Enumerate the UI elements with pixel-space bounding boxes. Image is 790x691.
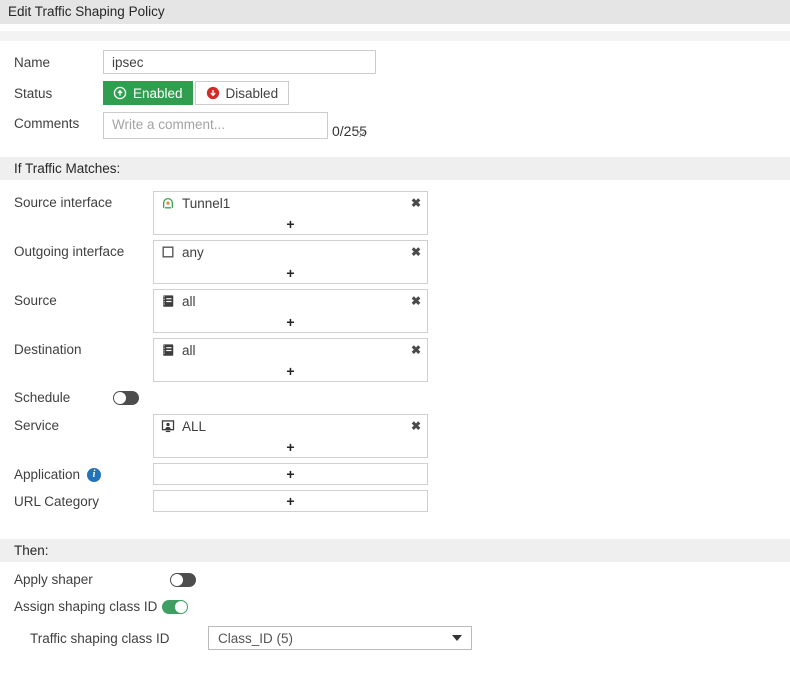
remove-entry-button[interactable]: ✖ xyxy=(411,295,421,307)
url-category-row: URL Category + xyxy=(14,490,790,512)
destination-select-box: all ✖ + xyxy=(153,338,428,382)
status-row: Status Enabled Disabled xyxy=(14,81,790,105)
source-interface-row: Source interface Tunnel1 ✖ + xyxy=(14,191,790,235)
name-row: Name xyxy=(14,50,790,74)
add-outgoing-interface-button[interactable]: + xyxy=(154,263,427,283)
service-label: Service xyxy=(14,414,153,433)
comments-field-wrap: 0/255 xyxy=(103,112,367,139)
selected-class-id: Class_ID (5) xyxy=(218,631,293,646)
then-section: Apply shaper Assign shaping class ID Tra… xyxy=(0,562,790,650)
url-category-label: URL Category xyxy=(14,490,153,509)
traffic-shaping-class-id-row: Traffic shaping class ID Class_ID (5) xyxy=(30,626,790,650)
application-label-wrap: Application i xyxy=(14,463,153,482)
outgoing-interface-label: Outgoing interface xyxy=(14,240,153,259)
list-item[interactable]: ALL ✖ xyxy=(154,415,427,437)
comments-row: Comments 0/255 xyxy=(14,112,790,139)
outgoing-interface-row: Outgoing interface any ✖ + xyxy=(14,240,790,284)
disable-circle-arrow-icon xyxy=(206,86,220,100)
assign-shaping-class-toggle[interactable] xyxy=(162,600,188,614)
application-row: Application i + xyxy=(14,463,790,485)
entry-name: any xyxy=(182,245,204,260)
list-item[interactable]: Tunnel1 ✖ xyxy=(154,192,427,214)
schedule-row: Schedule xyxy=(14,390,790,405)
status-enabled-label: Enabled xyxy=(133,86,183,101)
address-icon xyxy=(161,343,175,357)
assign-shaping-class-row: Assign shaping class ID xyxy=(14,599,790,614)
list-item[interactable]: all ✖ xyxy=(154,290,427,312)
general-section: Name Status Enabled Disabled Comments 0/… xyxy=(0,41,790,139)
list-item[interactable]: any ✖ xyxy=(154,241,427,263)
traffic-shaping-class-id-select[interactable]: Class_ID (5) xyxy=(208,626,472,650)
page-title: Edit Traffic Shaping Policy xyxy=(0,0,790,24)
service-icon xyxy=(161,419,175,433)
service-select-box: ALL ✖ + xyxy=(153,414,428,458)
assign-shaping-class-label: Assign shaping class ID xyxy=(14,599,157,614)
toggle-knob xyxy=(114,392,126,404)
source-select-box: all ✖ + xyxy=(153,289,428,333)
apply-shaper-label: Apply shaper xyxy=(14,572,170,587)
tunnel-interface-icon xyxy=(161,196,175,210)
add-service-button[interactable]: + xyxy=(154,437,427,457)
source-interface-label: Source interface xyxy=(14,191,153,210)
enable-circle-arrow-icon xyxy=(113,86,127,100)
schedule-toggle[interactable] xyxy=(113,391,139,405)
content-top-strip xyxy=(0,31,790,41)
chevron-down-icon xyxy=(452,635,462,641)
status-toggle-group: Enabled Disabled xyxy=(103,81,289,105)
remove-entry-button[interactable]: ✖ xyxy=(411,197,421,209)
add-destination-button[interactable]: + xyxy=(154,361,427,381)
match-section: Source interface Tunnel1 ✖ + Outgoing in… xyxy=(0,180,790,512)
entry-name: all xyxy=(182,343,196,358)
service-row: Service ALL ✖ + xyxy=(14,414,790,458)
entry-name: Tunnel1 xyxy=(182,196,230,211)
traffic-shaping-class-id-label: Traffic shaping class ID xyxy=(30,631,208,646)
apply-shaper-toggle[interactable] xyxy=(170,573,196,587)
name-label: Name xyxy=(14,55,103,70)
toggle-knob xyxy=(171,574,183,586)
status-disabled-label: Disabled xyxy=(226,86,279,101)
match-section-header: If Traffic Matches: xyxy=(0,157,790,180)
application-select-box: + xyxy=(153,463,428,485)
list-item[interactable]: all ✖ xyxy=(154,339,427,361)
remove-entry-button[interactable]: ✖ xyxy=(411,246,421,258)
comments-label: Comments xyxy=(14,112,103,131)
remove-entry-button[interactable]: ✖ xyxy=(411,420,421,432)
address-icon xyxy=(161,294,175,308)
entry-name: all xyxy=(182,294,196,309)
application-label: Application xyxy=(14,467,80,482)
comments-char-counter: 0/255 xyxy=(332,123,367,139)
outgoing-interface-select-box: any ✖ + xyxy=(153,240,428,284)
status-enabled-button[interactable]: Enabled xyxy=(103,81,193,105)
add-application-button[interactable]: + xyxy=(154,464,427,484)
add-source-button[interactable]: + xyxy=(154,312,427,332)
destination-label: Destination xyxy=(14,338,153,357)
source-label: Source xyxy=(14,289,153,308)
add-url-category-button[interactable]: + xyxy=(154,491,427,511)
comments-textarea[interactable] xyxy=(103,112,328,139)
source-interface-select-box: Tunnel1 ✖ + xyxy=(153,191,428,235)
name-input[interactable] xyxy=(103,50,376,74)
schedule-label: Schedule xyxy=(14,390,113,405)
status-label: Status xyxy=(14,86,103,101)
apply-shaper-row: Apply shaper xyxy=(14,572,790,587)
status-disabled-button[interactable]: Disabled xyxy=(195,81,290,105)
info-icon[interactable]: i xyxy=(87,468,101,482)
entry-name: ALL xyxy=(182,419,206,434)
then-section-header: Then: xyxy=(0,539,790,562)
add-source-interface-button[interactable]: + xyxy=(154,214,427,234)
any-interface-icon xyxy=(161,245,175,259)
source-row: Source all ✖ + xyxy=(14,289,790,333)
destination-row: Destination all ✖ + xyxy=(14,338,790,382)
url-category-select-box: + xyxy=(153,490,428,512)
toggle-knob xyxy=(175,601,187,613)
remove-entry-button[interactable]: ✖ xyxy=(411,344,421,356)
